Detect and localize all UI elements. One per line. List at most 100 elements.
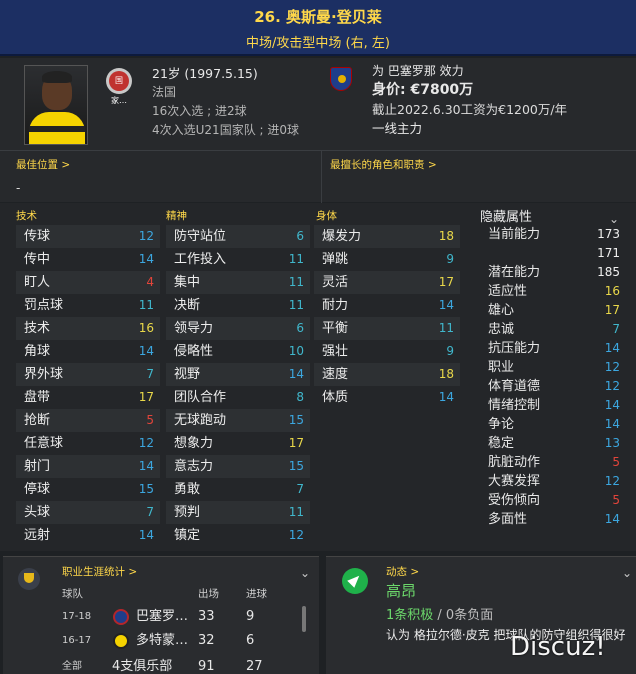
hidden-attribute-row[interactable]: 大赛发挥 12: [480, 472, 626, 491]
attribute-row[interactable]: 盘带 17: [16, 386, 160, 409]
barcelona-badge-icon: [113, 609, 129, 625]
attribute-row[interactable]: 视野 14: [166, 363, 310, 386]
attribute-name: 远射: [24, 528, 51, 543]
attribute-row[interactable]: 技术 16: [16, 317, 160, 340]
club-name[interactable]: 多特蒙…: [136, 628, 188, 654]
attribute-row[interactable]: 远射 14: [16, 524, 160, 547]
attribute-row[interactable]: 停球 15: [16, 478, 160, 501]
chevron-down-icon[interactable]: ⌄: [622, 566, 632, 580]
u21-caps-line: 4次入选U21国家队 ; 进0球: [152, 123, 299, 137]
hidden-attribute-name: 大赛发挥: [488, 474, 541, 489]
attribute-row[interactable]: 防守站位 6: [166, 225, 310, 248]
hidden-attribute-row[interactable]: 情绪控制 14: [480, 396, 626, 415]
hidden-attribute-row[interactable]: 争论 14: [480, 415, 626, 434]
hidden-attribute-value: 171: [597, 246, 620, 260]
goals: 27: [246, 659, 263, 674]
attribute-value: 6: [296, 229, 304, 243]
player-header: 26. 奥斯曼·登贝莱 中场/攻击型中场 (右, 左): [0, 0, 636, 56]
attribute-value: 5: [146, 413, 154, 427]
dortmund-badge-icon: [113, 633, 129, 649]
chevron-down-icon[interactable]: ⌄: [609, 212, 619, 226]
club-badge-icon[interactable]: [330, 67, 352, 91]
attribute-row[interactable]: 角球 14: [16, 340, 160, 363]
hidden-attribute-row[interactable]: 肮脏动作 5: [480, 453, 626, 472]
hidden-attribute-row[interactable]: 多面性 14: [480, 510, 626, 529]
hidden-attribute-row[interactable]: 潜在能力 185: [480, 263, 626, 282]
hidden-attribute-row[interactable]: 忠诚 7: [480, 320, 626, 339]
attribute-value: 9: [446, 252, 454, 266]
dynamics-icon: [342, 568, 368, 594]
hidden-attribute-row[interactable]: 171: [480, 244, 626, 263]
hidden-attribute-row[interactable]: 体育道德 12: [480, 377, 626, 396]
attribute-row[interactable]: 罚点球 11: [16, 294, 160, 317]
attribute-row[interactable]: 集中 11: [166, 271, 310, 294]
attribute-row[interactable]: 想象力 17: [166, 432, 310, 455]
attribute-row[interactable]: 领导力 6: [166, 317, 310, 340]
attribute-row[interactable]: 速度 18: [314, 363, 460, 386]
attribute-value: 14: [288, 367, 304, 381]
mental-title: 精神: [166, 210, 187, 222]
career-row[interactable]: 全部 4支俱乐部 91 27: [56, 654, 300, 674]
attribute-row[interactable]: 意志力 15: [166, 455, 310, 478]
attribute-row[interactable]: 头球 7: [16, 501, 160, 524]
attribute-name: 体质: [322, 390, 349, 405]
attribute-value: 6: [296, 321, 304, 335]
attribute-row[interactable]: 团队合作 8: [166, 386, 310, 409]
best-position-link[interactable]: 最佳位置 >: [16, 157, 70, 172]
attribute-row[interactable]: 传球 12: [16, 225, 160, 248]
attribute-row[interactable]: 决断 11: [166, 294, 310, 317]
career-row[interactable]: 16-17 多特蒙… 32 6: [56, 628, 300, 654]
attribute-row[interactable]: 界外球 7: [16, 363, 160, 386]
hidden-attribute-name: 忠诚: [488, 322, 515, 337]
attribute-row[interactable]: 射门 14: [16, 455, 160, 478]
attribute-row[interactable]: 无球跑动 15: [166, 409, 310, 432]
attribute-row[interactable]: 强壮 9: [314, 340, 460, 363]
attribute-row[interactable]: 弹跳 9: [314, 248, 460, 271]
attribute-row[interactable]: 勇敢 7: [166, 478, 310, 501]
attribute-row[interactable]: 工作投入 11: [166, 248, 310, 271]
career-stats-link[interactable]: 职业生涯统计 >: [62, 564, 137, 579]
chevron-down-icon[interactable]: ⌄: [300, 566, 310, 580]
attribute-row[interactable]: 爆发力 18: [314, 225, 460, 248]
attribute-name: 工作投入: [174, 252, 227, 267]
attribute-row[interactable]: 平衡 11: [314, 317, 460, 340]
hidden-attribute-row[interactable]: 稳定 13: [480, 434, 626, 453]
attribute-name: 角球: [24, 344, 51, 359]
attribute-row[interactable]: 抢断 5: [16, 409, 160, 432]
attribute-row[interactable]: 镇定 12: [166, 524, 310, 547]
apps: 91: [198, 659, 215, 674]
hidden-attribute-row[interactable]: 受伤倾向 5: [480, 491, 626, 510]
attribute-row[interactable]: 耐力 14: [314, 294, 460, 317]
attribute-row[interactable]: 传中 14: [16, 248, 160, 271]
attribute-value: 15: [288, 413, 304, 427]
attribute-row[interactable]: 预判 11: [166, 501, 310, 524]
attribute-row[interactable]: 任意球 12: [16, 432, 160, 455]
attribute-value: 11: [288, 252, 304, 266]
hidden-attribute-row[interactable]: 抗压能力 14: [480, 339, 626, 358]
hidden-attribute-row[interactable]: 职业 12: [480, 358, 626, 377]
attribute-row[interactable]: 侵略性 10: [166, 340, 310, 363]
club-name[interactable]: 巴塞罗…: [136, 604, 188, 630]
hidden-attribute-row[interactable]: 雄心 17: [480, 301, 626, 320]
technical-title: 技术: [16, 210, 37, 222]
hidden-attribute-value: 14: [604, 398, 620, 412]
attribute-name: 侵略性: [174, 344, 214, 359]
attribute-row[interactable]: 灵活 17: [314, 271, 460, 294]
attribute-name: 传中: [24, 252, 51, 267]
attribute-value: 14: [138, 344, 154, 358]
scrollbar[interactable]: [302, 606, 306, 632]
attribute-name: 意志力: [174, 459, 214, 474]
hidden-attribute-name: 潜在能力: [488, 265, 541, 280]
attribute-value: 16: [138, 321, 154, 335]
dynamics-link[interactable]: 动态 >: [386, 564, 419, 579]
attribute-value: 17: [288, 436, 304, 450]
career-row[interactable]: 17-18 巴塞罗… 33 9: [56, 604, 300, 630]
club-line[interactable]: 为 巴塞罗那 效力: [372, 62, 567, 81]
hidden-attribute-row[interactable]: 当前能力 173: [480, 225, 626, 244]
attribute-value: 11: [138, 298, 154, 312]
attribute-row[interactable]: 体质 14: [314, 386, 460, 409]
attribute-value: 17: [138, 390, 154, 404]
attribute-row[interactable]: 盯人 4: [16, 271, 160, 294]
hidden-attribute-row[interactable]: 适应性 16: [480, 282, 626, 301]
best-role-link[interactable]: 最擅长的角色和职责 >: [330, 157, 437, 172]
